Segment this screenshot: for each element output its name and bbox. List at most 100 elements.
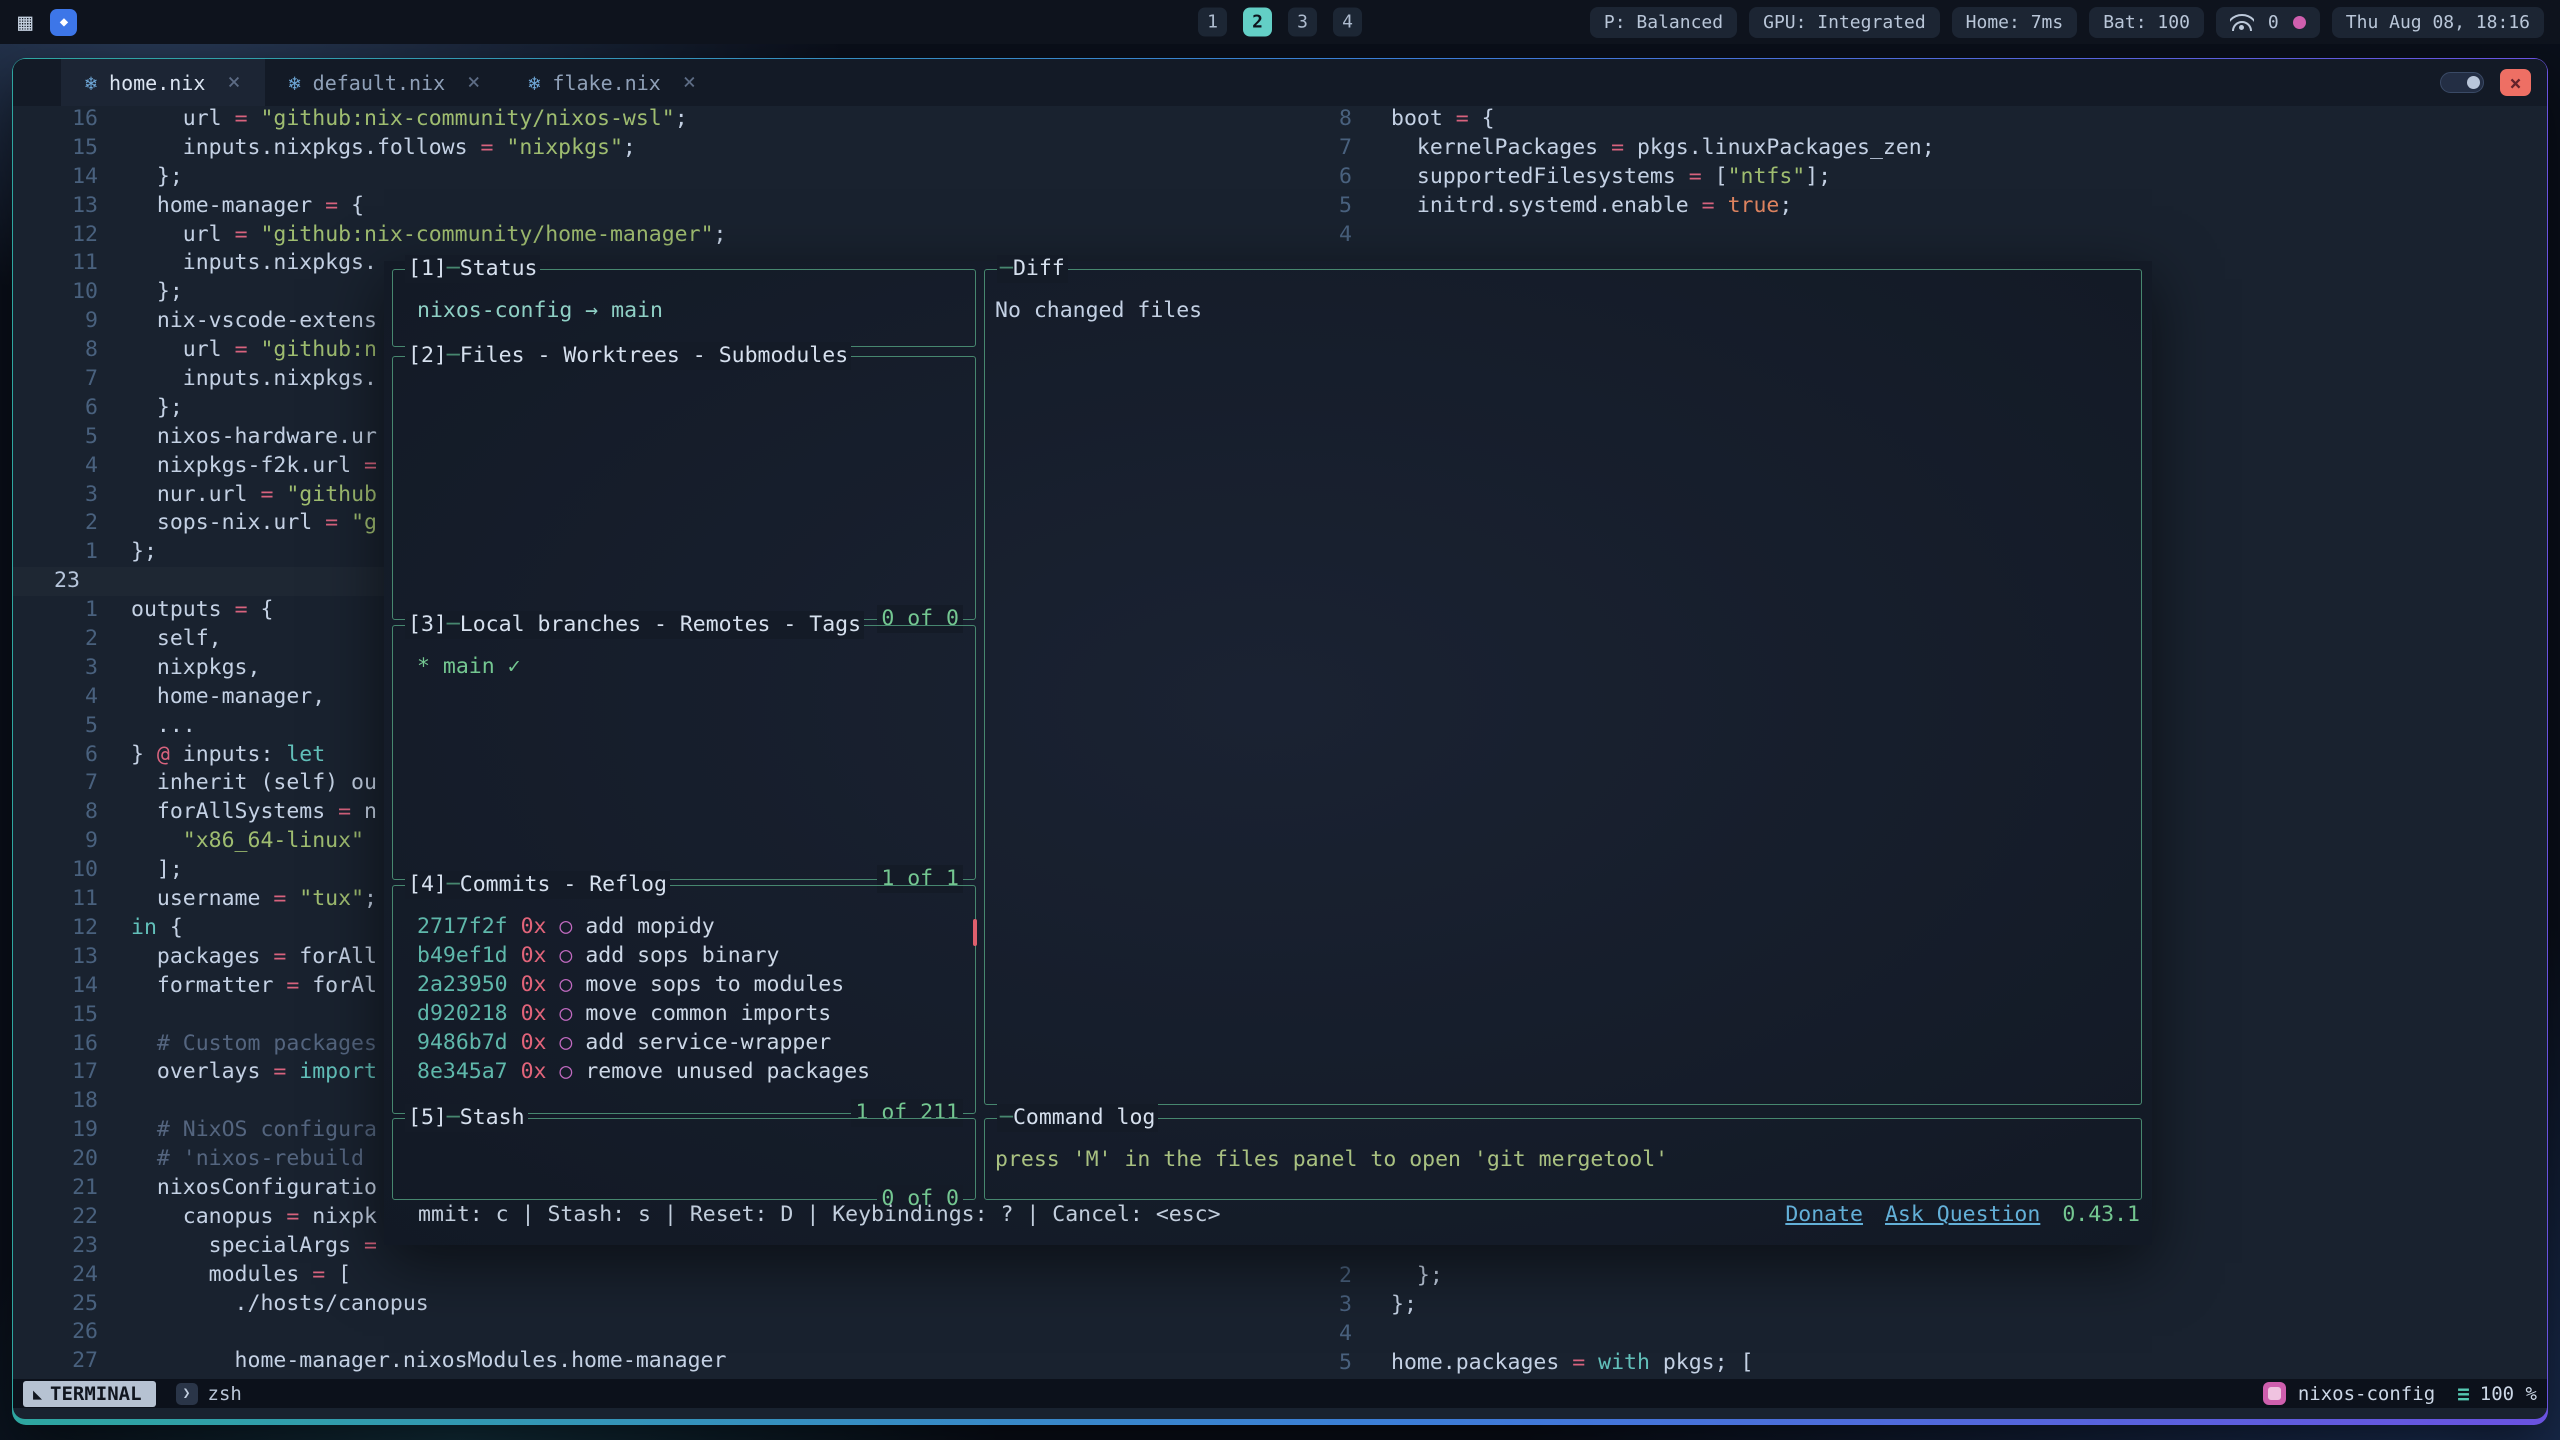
workspace-button-3[interactable]: 3 xyxy=(1288,8,1317,37)
line-number: 7 xyxy=(1314,134,1352,163)
tab-default-nix[interactable]: ❄ default.nix × xyxy=(265,59,505,106)
app-launcher-icon[interactable]: ▦ xyxy=(18,10,32,34)
line-content: home-manager.nixosModules.home-manager xyxy=(131,1347,726,1376)
line-number: 4 xyxy=(1314,221,1352,250)
code-line: 2 }; xyxy=(1314,1262,2547,1291)
clock-badge[interactable]: Thu Aug 08, 18:16 xyxy=(2332,7,2544,38)
line-content: }; xyxy=(1391,1262,1443,1291)
desktop: { "colors":{"accent_teal":"#63cfc6","pan… xyxy=(0,0,2560,1440)
gpu-badge[interactable]: GPU: Integrated xyxy=(1749,7,1940,38)
line-number: 13 xyxy=(13,192,98,221)
line-content: ./hosts/canopus xyxy=(131,1290,429,1319)
code-line: 4 xyxy=(1314,1320,2547,1349)
repo-icon xyxy=(2263,1382,2286,1405)
workspace-button-4[interactable]: 4 xyxy=(1333,8,1362,37)
logo-icon: ◆ xyxy=(60,14,68,30)
line-content: nixpkgs, xyxy=(131,654,260,683)
panel-title: [5]Stash xyxy=(405,1104,528,1132)
commit-row[interactable]: d920218 0x ○ move common imports xyxy=(417,999,975,1028)
line-content: username = "tux"; xyxy=(131,885,377,914)
line-content: url = "github:nix-community/home-manager… xyxy=(131,221,726,250)
panel-label: Local branches xyxy=(460,611,641,639)
lazygit-files-panel[interactable]: [2]Files - Worktrees - Submodules 0 of 0 xyxy=(392,356,976,620)
editor-pane-right-bottom[interactable]: 2 };3};45home.packages = with pkgs; [ xyxy=(1314,1262,2547,1378)
line-content: ... xyxy=(131,712,196,741)
line-number: 4 xyxy=(13,452,98,481)
line-number: 11 xyxy=(13,249,98,278)
notification-count[interactable]: 0 xyxy=(2268,12,2279,33)
tab-close-icon[interactable]: × xyxy=(227,70,240,95)
window-close-button[interactable]: × xyxy=(2500,69,2531,96)
line-content: specialArgs = xyxy=(131,1232,377,1261)
border-dash xyxy=(447,871,460,899)
line-content: # Custom packages xyxy=(131,1030,377,1059)
line-content: url = "github:nix-community/nixos-wsl"; xyxy=(131,105,688,134)
editor-pane-right-top[interactable]: 8boot = {7 kernelPackages = pkgs.linuxPa… xyxy=(1314,105,2547,249)
workspace-button-2-active[interactable]: 2 xyxy=(1243,8,1272,37)
panel-title: [2]Files - Worktrees - Submodules xyxy=(405,342,851,370)
lazygit-diff-panel[interactable]: Diff No changed files xyxy=(984,269,2142,1105)
logo-badge[interactable]: ◆ xyxy=(50,9,77,36)
panel-label: Files xyxy=(460,342,525,370)
tab-close-icon[interactable]: × xyxy=(467,70,480,95)
line-content: self, xyxy=(131,625,222,654)
commit-row[interactable]: 2a23950 0x ○ move sops to modules xyxy=(417,970,975,999)
tab-home-nix[interactable]: ❄ home.nix × xyxy=(61,59,265,106)
ask-question-link[interactable]: Ask Question xyxy=(1885,1202,2040,1227)
line-number: 20 xyxy=(13,1145,98,1174)
tab-close-icon[interactable]: × xyxy=(683,70,696,95)
tab-flake-nix[interactable]: ❄ flake.nix × xyxy=(504,59,720,106)
line-number: 5 xyxy=(1314,1349,1352,1378)
lazygit-stash-panel[interactable]: [5]Stash 0 of 0 xyxy=(392,1118,976,1200)
system-tray[interactable]: 0 xyxy=(2216,7,2320,38)
panel-number: [3] xyxy=(408,611,447,639)
repo-indicator[interactable]: nixos-config xyxy=(2263,1382,2435,1405)
line-content: }; xyxy=(131,394,183,423)
line-number: 16 xyxy=(13,105,98,134)
commit-row[interactable]: 8e345a7 0x ○ remove unused packages xyxy=(417,1057,975,1086)
line-number: 1 xyxy=(13,538,98,567)
lazygit-commits-panel[interactable]: [4]Commits - Reflog 2717f2f 0x ○ add mop… xyxy=(392,885,976,1114)
line-number: 8 xyxy=(13,798,98,827)
donate-link[interactable]: Donate xyxy=(1785,1202,1863,1227)
commit-row[interactable]: b49ef1d 0x ○ add sops binary xyxy=(417,941,975,970)
lazygit-overlay: [1]Status nixos-config → main [2]Files -… xyxy=(384,261,2152,1245)
line-number: 2 xyxy=(13,509,98,538)
border-dash xyxy=(447,342,460,370)
shell-indicator[interactable]: ❯ zsh xyxy=(176,1383,242,1405)
line-number: 5 xyxy=(1314,192,1352,221)
line-content: nixosConfiguratio xyxy=(131,1174,377,1203)
line-number: 6 xyxy=(1314,163,1352,192)
tab-label: default.nix xyxy=(313,71,445,95)
lazygit-status-panel[interactable]: [1]Status nixos-config → main xyxy=(392,269,976,347)
color-picker-icon[interactable] xyxy=(2293,16,2306,29)
topbar-right-group: P: Balanced GPU: Integrated Home: 7ms Ba… xyxy=(1590,7,2560,38)
lazygit-command-log-panel[interactable]: Command log press 'M' in the files panel… xyxy=(984,1118,2142,1200)
command-log-text: press 'M' in the files panel to open 'gi… xyxy=(995,1147,1668,1172)
commit-row[interactable]: 9486b7d 0x ○ add service-wrapper xyxy=(417,1028,975,1057)
window-pin-toggle[interactable] xyxy=(2440,72,2484,93)
border-dash xyxy=(447,1104,460,1132)
commit-row[interactable]: 2717f2f 0x ○ add mopidy xyxy=(417,912,975,941)
panel-title: Diff xyxy=(997,255,1068,283)
code-line: 16 url = "github:nix-community/nixos-wsl… xyxy=(13,105,1314,134)
repo-label: nixos-config xyxy=(2298,1383,2435,1405)
line-number: 6 xyxy=(13,741,98,770)
line-content: formatter = forAl xyxy=(131,972,377,1001)
power-profile-badge[interactable]: P: Balanced xyxy=(1590,7,1737,38)
panel-label: Status xyxy=(460,255,538,283)
border-dash xyxy=(447,255,460,283)
line-content: inputs.nixpkgs.follows = "nixpkgs"; xyxy=(131,134,636,163)
line-content: nixpkgs-f2k.url = xyxy=(131,452,377,481)
wifi-icon[interactable] xyxy=(2230,14,2254,31)
line-number: 23 xyxy=(13,567,98,596)
terminal-window-border: 16 url = "github:nix-community/nixos-wsl… xyxy=(12,58,2548,1425)
workspace-button-1[interactable]: 1 xyxy=(1198,8,1227,37)
nix-snowflake-icon: ❄ xyxy=(289,71,301,95)
line-number: 4 xyxy=(1314,1320,1352,1349)
commits-scrollbar[interactable] xyxy=(973,919,977,946)
line-content: inputs.nixpkgs. xyxy=(131,249,377,278)
code-line: 7 kernelPackages = pkgs.linuxPackages_ze… xyxy=(1314,134,2547,163)
branch-row[interactable]: * main ✓ xyxy=(417,654,521,679)
lazygit-branches-panel[interactable]: [3]Local branches - Remotes - Tags * mai… xyxy=(392,625,976,880)
